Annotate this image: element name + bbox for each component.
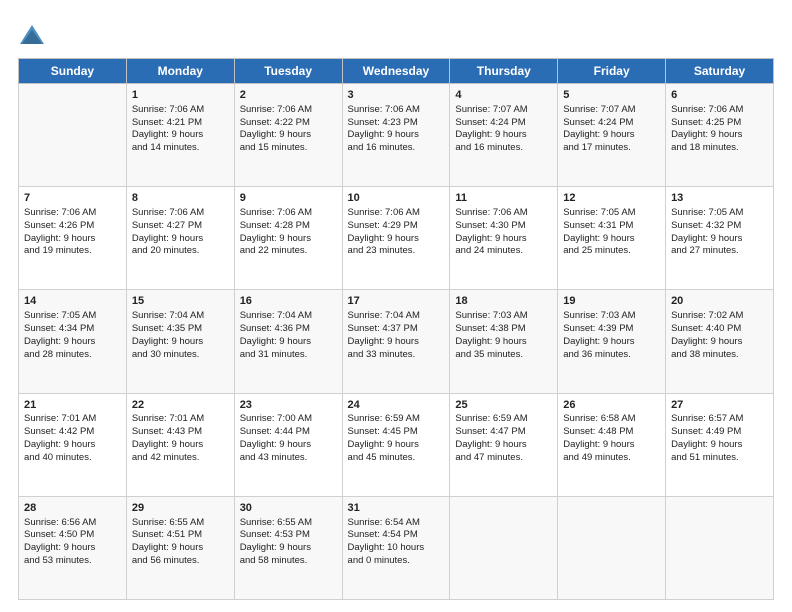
calendar-cell: 26Sunrise: 6:58 AMSunset: 4:48 PMDayligh… <box>558 393 666 496</box>
header <box>18 18 774 50</box>
calendar-cell <box>666 496 774 599</box>
day-number: 13 <box>671 191 768 206</box>
calendar-cell: 25Sunrise: 6:59 AMSunset: 4:47 PMDayligh… <box>450 393 558 496</box>
day-number: 31 <box>348 501 445 516</box>
calendar-cell: 14Sunrise: 7:05 AMSunset: 4:34 PMDayligh… <box>19 290 127 393</box>
calendar-cell: 1Sunrise: 7:06 AMSunset: 4:21 PMDaylight… <box>126 84 234 187</box>
day-header: Thursday <box>450 59 558 84</box>
day-number: 7 <box>24 191 121 206</box>
calendar-cell: 29Sunrise: 6:55 AMSunset: 4:51 PMDayligh… <box>126 496 234 599</box>
day-header-row: SundayMondayTuesdayWednesdayThursdayFrid… <box>19 59 774 84</box>
calendar-cell: 27Sunrise: 6:57 AMSunset: 4:49 PMDayligh… <box>666 393 774 496</box>
logo <box>18 22 48 50</box>
calendar-cell: 13Sunrise: 7:05 AMSunset: 4:32 PMDayligh… <box>666 187 774 290</box>
calendar-cell: 4Sunrise: 7:07 AMSunset: 4:24 PMDaylight… <box>450 84 558 187</box>
calendar-cell: 15Sunrise: 7:04 AMSunset: 4:35 PMDayligh… <box>126 290 234 393</box>
day-number: 23 <box>240 398 337 413</box>
day-number: 30 <box>240 501 337 516</box>
calendar-table: SundayMondayTuesdayWednesdayThursdayFrid… <box>18 58 774 600</box>
calendar-week-row: 7Sunrise: 7:06 AMSunset: 4:26 PMDaylight… <box>19 187 774 290</box>
day-number: 11 <box>455 191 552 206</box>
calendar-cell: 9Sunrise: 7:06 AMSunset: 4:28 PMDaylight… <box>234 187 342 290</box>
calendar-cell: 3Sunrise: 7:06 AMSunset: 4:23 PMDaylight… <box>342 84 450 187</box>
calendar-cell: 23Sunrise: 7:00 AMSunset: 4:44 PMDayligh… <box>234 393 342 496</box>
day-number: 5 <box>563 88 660 103</box>
day-number: 3 <box>348 88 445 103</box>
day-header: Tuesday <box>234 59 342 84</box>
day-number: 17 <box>348 294 445 309</box>
calendar-cell: 11Sunrise: 7:06 AMSunset: 4:30 PMDayligh… <box>450 187 558 290</box>
day-header: Saturday <box>666 59 774 84</box>
calendar-cell: 20Sunrise: 7:02 AMSunset: 4:40 PMDayligh… <box>666 290 774 393</box>
calendar-cell: 24Sunrise: 6:59 AMSunset: 4:45 PMDayligh… <box>342 393 450 496</box>
day-number: 22 <box>132 398 229 413</box>
day-number: 2 <box>240 88 337 103</box>
calendar-cell: 30Sunrise: 6:55 AMSunset: 4:53 PMDayligh… <box>234 496 342 599</box>
calendar-cell: 28Sunrise: 6:56 AMSunset: 4:50 PMDayligh… <box>19 496 127 599</box>
calendar-cell: 8Sunrise: 7:06 AMSunset: 4:27 PMDaylight… <box>126 187 234 290</box>
calendar-week-row: 21Sunrise: 7:01 AMSunset: 4:42 PMDayligh… <box>19 393 774 496</box>
calendar-cell: 10Sunrise: 7:06 AMSunset: 4:29 PMDayligh… <box>342 187 450 290</box>
calendar-week-row: 1Sunrise: 7:06 AMSunset: 4:21 PMDaylight… <box>19 84 774 187</box>
day-number: 20 <box>671 294 768 309</box>
calendar-cell: 6Sunrise: 7:06 AMSunset: 4:25 PMDaylight… <box>666 84 774 187</box>
day-number: 10 <box>348 191 445 206</box>
calendar-cell: 17Sunrise: 7:04 AMSunset: 4:37 PMDayligh… <box>342 290 450 393</box>
calendar-cell: 21Sunrise: 7:01 AMSunset: 4:42 PMDayligh… <box>19 393 127 496</box>
day-number: 28 <box>24 501 121 516</box>
calendar-week-row: 28Sunrise: 6:56 AMSunset: 4:50 PMDayligh… <box>19 496 774 599</box>
day-number: 6 <box>671 88 768 103</box>
day-number: 15 <box>132 294 229 309</box>
day-number: 1 <box>132 88 229 103</box>
day-number: 19 <box>563 294 660 309</box>
day-number: 26 <box>563 398 660 413</box>
calendar-cell: 5Sunrise: 7:07 AMSunset: 4:24 PMDaylight… <box>558 84 666 187</box>
day-number: 27 <box>671 398 768 413</box>
calendar-cell: 22Sunrise: 7:01 AMSunset: 4:43 PMDayligh… <box>126 393 234 496</box>
day-header: Sunday <box>19 59 127 84</box>
calendar-cell: 16Sunrise: 7:04 AMSunset: 4:36 PMDayligh… <box>234 290 342 393</box>
day-header: Monday <box>126 59 234 84</box>
day-number: 21 <box>24 398 121 413</box>
calendar-page: SundayMondayTuesdayWednesdayThursdayFrid… <box>0 0 792 612</box>
logo-icon <box>18 22 46 50</box>
calendar-week-row: 14Sunrise: 7:05 AMSunset: 4:34 PMDayligh… <box>19 290 774 393</box>
calendar-cell: 7Sunrise: 7:06 AMSunset: 4:26 PMDaylight… <box>19 187 127 290</box>
day-number: 18 <box>455 294 552 309</box>
day-number: 24 <box>348 398 445 413</box>
day-number: 4 <box>455 88 552 103</box>
day-number: 8 <box>132 191 229 206</box>
calendar-cell <box>450 496 558 599</box>
calendar-cell: 19Sunrise: 7:03 AMSunset: 4:39 PMDayligh… <box>558 290 666 393</box>
calendar-cell: 2Sunrise: 7:06 AMSunset: 4:22 PMDaylight… <box>234 84 342 187</box>
day-number: 12 <box>563 191 660 206</box>
calendar-cell <box>19 84 127 187</box>
calendar-cell: 18Sunrise: 7:03 AMSunset: 4:38 PMDayligh… <box>450 290 558 393</box>
day-header: Wednesday <box>342 59 450 84</box>
calendar-cell: 12Sunrise: 7:05 AMSunset: 4:31 PMDayligh… <box>558 187 666 290</box>
calendar-cell: 31Sunrise: 6:54 AMSunset: 4:54 PMDayligh… <box>342 496 450 599</box>
day-number: 29 <box>132 501 229 516</box>
day-number: 16 <box>240 294 337 309</box>
day-number: 9 <box>240 191 337 206</box>
day-header: Friday <box>558 59 666 84</box>
day-number: 25 <box>455 398 552 413</box>
day-number: 14 <box>24 294 121 309</box>
calendar-cell <box>558 496 666 599</box>
